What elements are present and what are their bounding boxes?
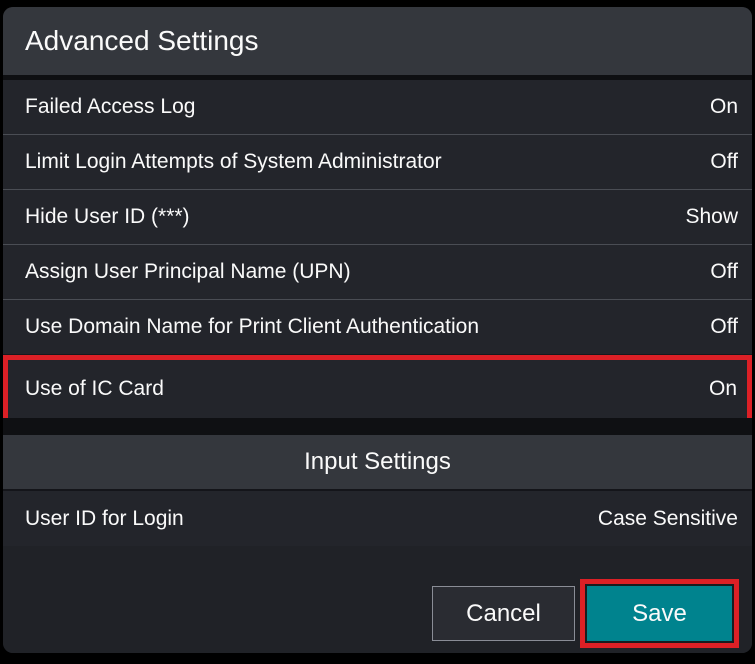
settings-row[interactable]: Assign User Principal Name (UPN) Off	[3, 245, 752, 300]
footer-bar: Cancel Save	[3, 546, 752, 653]
section-title: Input Settings	[304, 448, 451, 476]
setting-value: Off	[710, 260, 738, 284]
settings-row[interactable]: User ID for Login Case Sensitive	[3, 491, 752, 546]
setting-label: Assign User Principal Name (UPN)	[25, 260, 351, 284]
settings-row[interactable]: Limit Login Attempts of System Administr…	[3, 135, 752, 190]
setting-label: User ID for Login	[25, 507, 184, 531]
dialog-header: Advanced Settings	[3, 7, 752, 75]
setting-label: Use of IC Card	[25, 377, 164, 401]
setting-label: Failed Access Log	[25, 95, 195, 119]
setting-value: On	[710, 95, 738, 119]
setting-label: Limit Login Attempts of System Administr…	[25, 150, 442, 174]
setting-value: Show	[685, 205, 738, 229]
save-button[interactable]: Save	[587, 586, 732, 641]
section-divider	[3, 418, 752, 435]
setting-value: Off	[710, 150, 738, 174]
input-settings-list: User ID for Login Case Sensitive	[3, 491, 752, 546]
settings-row[interactable]: Hide User ID (***) Show	[3, 190, 752, 245]
highlight-frame: Save	[580, 579, 739, 648]
settings-row[interactable]: Use Domain Name for Print Client Authent…	[3, 300, 752, 355]
input-settings-header: Input Settings	[3, 435, 752, 491]
settings-row[interactable]: Use of IC Card On	[3, 355, 752, 418]
settings-row[interactable]: Failed Access Log On	[3, 80, 752, 135]
setting-value: On	[709, 377, 737, 401]
setting-value: Case Sensitive	[598, 507, 738, 531]
setting-label: Hide User ID (***)	[25, 205, 190, 229]
advanced-settings-dialog: Advanced Settings Failed Access Log On L…	[3, 7, 752, 653]
page-title: Advanced Settings	[25, 25, 259, 57]
cancel-button[interactable]: Cancel	[432, 586, 575, 641]
setting-label: Use Domain Name for Print Client Authent…	[25, 315, 479, 339]
advanced-settings-list: Failed Access Log On Limit Login Attempt…	[3, 80, 752, 418]
setting-value: Off	[710, 315, 738, 339]
